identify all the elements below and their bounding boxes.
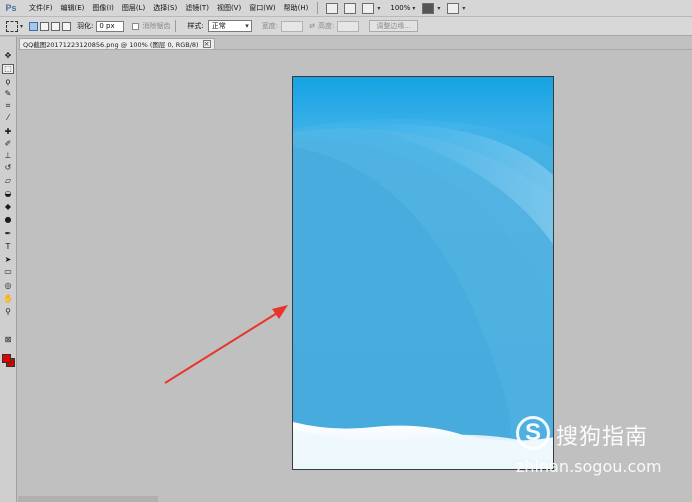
status-bar	[18, 496, 158, 502]
tool-preset-icon[interactable]	[6, 20, 18, 32]
tool-panel: ✥ ⬚ ϙ ✎ ⌗ ⁄ ✚ ✐ ⊥ ↺ ▱ ◒ ◆ ● ✒ T ➤ ▭ ◎ ✋ …	[0, 37, 17, 502]
menu-image[interactable]: 图像(I)	[88, 0, 118, 17]
pen-icon[interactable]: ✒	[2, 229, 14, 239]
add-selection-icon[interactable]	[40, 21, 50, 31]
quick-mask-icon[interactable]: ⊠	[2, 335, 14, 345]
shape-icon[interactable]: ▭	[2, 267, 14, 277]
chevron-down-icon[interactable]: ▾	[437, 5, 440, 12]
path-select-icon[interactable]: ➤	[2, 255, 14, 265]
height-label: 高度:	[317, 22, 335, 30]
dodge-icon[interactable]: ●	[2, 215, 14, 225]
document-tab-title: QQ截图20171223120856.png @ 100% (图层 0, RGB…	[23, 41, 199, 49]
arrange-documents-icon[interactable]	[422, 2, 435, 14]
hand-icon[interactable]: ✋	[2, 294, 14, 304]
width-label: 宽度:	[261, 22, 279, 30]
height-field[interactable]	[337, 20, 360, 32]
move-icon[interactable]: ✥	[2, 51, 14, 61]
background-artwork	[293, 77, 553, 469]
quick-select-icon[interactable]: ✎	[2, 89, 14, 99]
antialias-checkbox[interactable]	[132, 22, 140, 30]
menu-select[interactable]: 选择(S)	[149, 0, 181, 17]
chevron-down-icon[interactable]: ▾	[20, 23, 23, 30]
screen-mode-icon[interactable]	[447, 2, 460, 14]
style-select[interactable]: 正常	[207, 20, 252, 32]
photoshop-logo: Ps	[5, 2, 17, 13]
eyedropper-icon[interactable]: ⁄	[2, 113, 14, 123]
type-icon[interactable]: T	[2, 242, 14, 252]
options-separator	[175, 20, 177, 32]
feather-label: 羽化:	[77, 22, 94, 30]
width-field[interactable]	[281, 20, 304, 32]
chevron-down-icon[interactable]: ▾	[377, 5, 380, 12]
feather-input[interactable]: 0 px	[96, 20, 125, 32]
brush-icon[interactable]: ✐	[2, 139, 14, 149]
bridge-icon[interactable]	[326, 2, 339, 14]
menu-layer[interactable]: 图层(L)	[118, 0, 149, 17]
lasso-icon[interactable]: ϙ	[2, 77, 14, 87]
mini-bridge-icon[interactable]	[344, 2, 357, 14]
foreground-color-swatch[interactable]	[2, 354, 11, 363]
sogou-logo-icon: S	[516, 416, 550, 450]
new-selection-icon[interactable]	[29, 21, 39, 31]
gradient-icon[interactable]: ◒	[2, 189, 14, 199]
menu-help[interactable]: 帮助(H)	[280, 0, 313, 17]
chevron-down-icon[interactable]: ▾	[412, 5, 415, 12]
menu-edit[interactable]: 编辑(E)	[57, 0, 89, 17]
style-label: 样式:	[187, 22, 204, 30]
marquee-icon[interactable]: ⬚	[2, 64, 14, 74]
history-brush-icon[interactable]: ↺	[2, 163, 14, 173]
refine-edge-button[interactable]: 调整边缘...	[369, 20, 419, 32]
intersect-selection-icon[interactable]	[62, 21, 72, 31]
options-bar: ▾ 羽化: 0 px 消除锯齿 样式: 正常 宽度: ⇄ 高度: 调整边缘...	[0, 17, 692, 36]
watermark-brand: 搜狗指南	[556, 425, 649, 450]
zoom-icon[interactable]: ⚲	[2, 307, 14, 317]
blur-icon[interactable]: ◆	[2, 202, 14, 212]
subtract-selection-icon[interactable]	[51, 21, 61, 31]
document-tab[interactable]: QQ截图20171223120856.png @ 100% (图层 0, RGB…	[19, 38, 215, 49]
document-canvas[interactable]	[292, 76, 554, 470]
swap-icon[interactable]: ⇄	[309, 22, 315, 30]
watermark-url: zhinan.sogou.com	[516, 457, 662, 476]
menu-window[interactable]: 窗口(W)	[245, 0, 279, 17]
close-icon[interactable]: ×	[202, 40, 211, 48]
3d-rotate-icon[interactable]: ◎	[2, 281, 14, 291]
healing-brush-icon[interactable]: ✚	[2, 127, 14, 137]
menu-view[interactable]: 视图(V)	[213, 0, 245, 17]
menu-file[interactable]: 文件(F)	[25, 0, 57, 17]
zoom-level[interactable]: 100%	[390, 4, 410, 12]
menu-bar: Ps 文件(F) 编辑(E) 图像(I) 图层(L) 选择(S) 滤镜(T) 视…	[0, 0, 692, 17]
view-extras-icon[interactable]	[362, 2, 375, 14]
crop-icon[interactable]: ⌗	[2, 101, 14, 111]
antialias-label: 消除锯齿	[142, 22, 171, 30]
clone-stamp-icon[interactable]: ⊥	[2, 151, 14, 161]
eraser-icon[interactable]: ▱	[2, 176, 14, 186]
menu-separator	[317, 2, 319, 14]
menu-filter[interactable]: 滤镜(T)	[181, 0, 213, 17]
chevron-down-icon[interactable]: ▾	[462, 5, 465, 12]
